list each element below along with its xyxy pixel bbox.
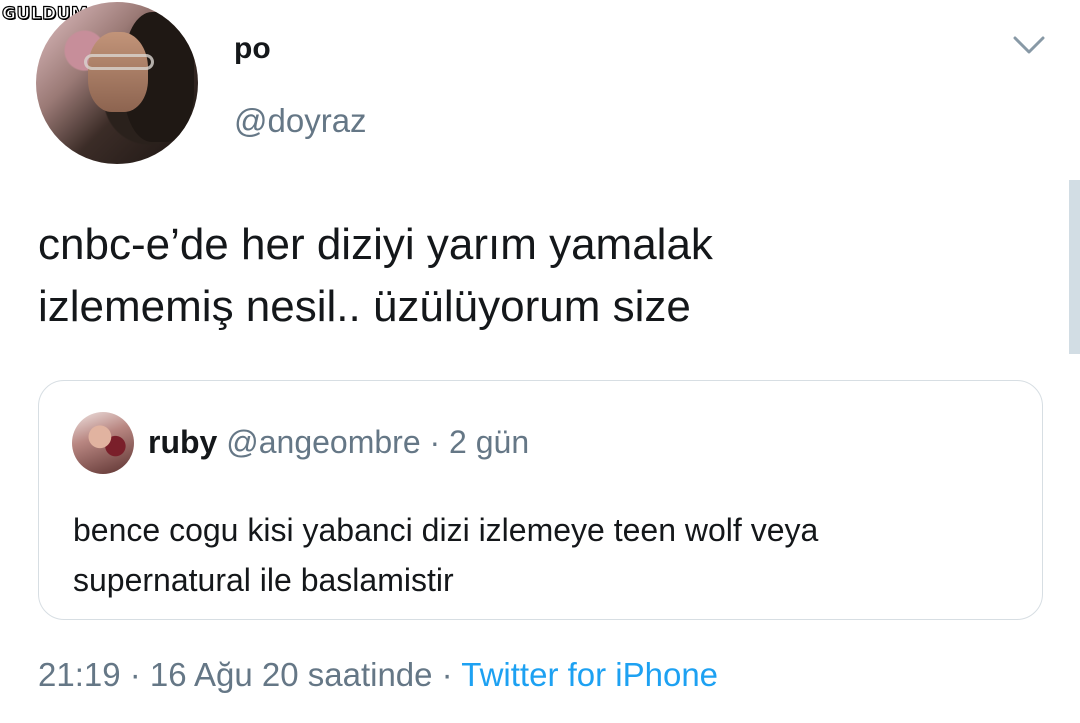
tweet-text-line: cnbc-e’de her diziyi yarım yamalak: [38, 220, 713, 269]
footer-separator: ·: [120, 656, 150, 693]
quoted-text-line: supernatural ile baslamistir: [73, 562, 454, 598]
scrollbar[interactable]: [1069, 180, 1080, 354]
footer-separator: ·: [432, 656, 462, 693]
quoted-text-line: bence cogu kisi yabanci dizi izlemeye te…: [73, 512, 819, 548]
tweet-footer: 21:19 · 16 Ağu 20 saatinde · Twitter for…: [38, 656, 718, 694]
avatar-glasses: [84, 54, 154, 70]
tweet-text: cnbc-e’de her diziyi yarım yamalak izlem…: [38, 214, 1038, 338]
tweet-source-link[interactable]: Twitter for iPhone: [461, 656, 718, 693]
quoted-header: ruby @angeombre · 2 gün: [148, 424, 529, 461]
author-avatar[interactable]: [36, 2, 198, 164]
quoted-age: 2 gün: [449, 424, 530, 460]
tweet-time[interactable]: 21:19: [38, 656, 121, 693]
quoted-display-name[interactable]: ruby: [148, 424, 217, 460]
tweet-date[interactable]: 16 Ağu 20 saatinde: [150, 656, 433, 693]
quoted-separator: ·: [420, 424, 450, 460]
author-display-name[interactable]: po: [234, 32, 271, 66]
quoted-tweet[interactable]: ruby @angeombre · 2 gün bence cogu kisi …: [38, 380, 1043, 620]
chevron-down-icon[interactable]: [1012, 34, 1046, 56]
quoted-avatar[interactable]: [72, 412, 134, 474]
avatar-face: [88, 32, 148, 112]
tweet-text-line: izlememiş nesil.. üzülüyorum size: [38, 282, 691, 331]
quoted-handle[interactable]: @angeombre: [226, 424, 420, 460]
author-handle[interactable]: @doyraz: [234, 102, 367, 140]
quoted-text: bence cogu kisi yabanci dizi izlemeye te…: [73, 505, 1013, 605]
